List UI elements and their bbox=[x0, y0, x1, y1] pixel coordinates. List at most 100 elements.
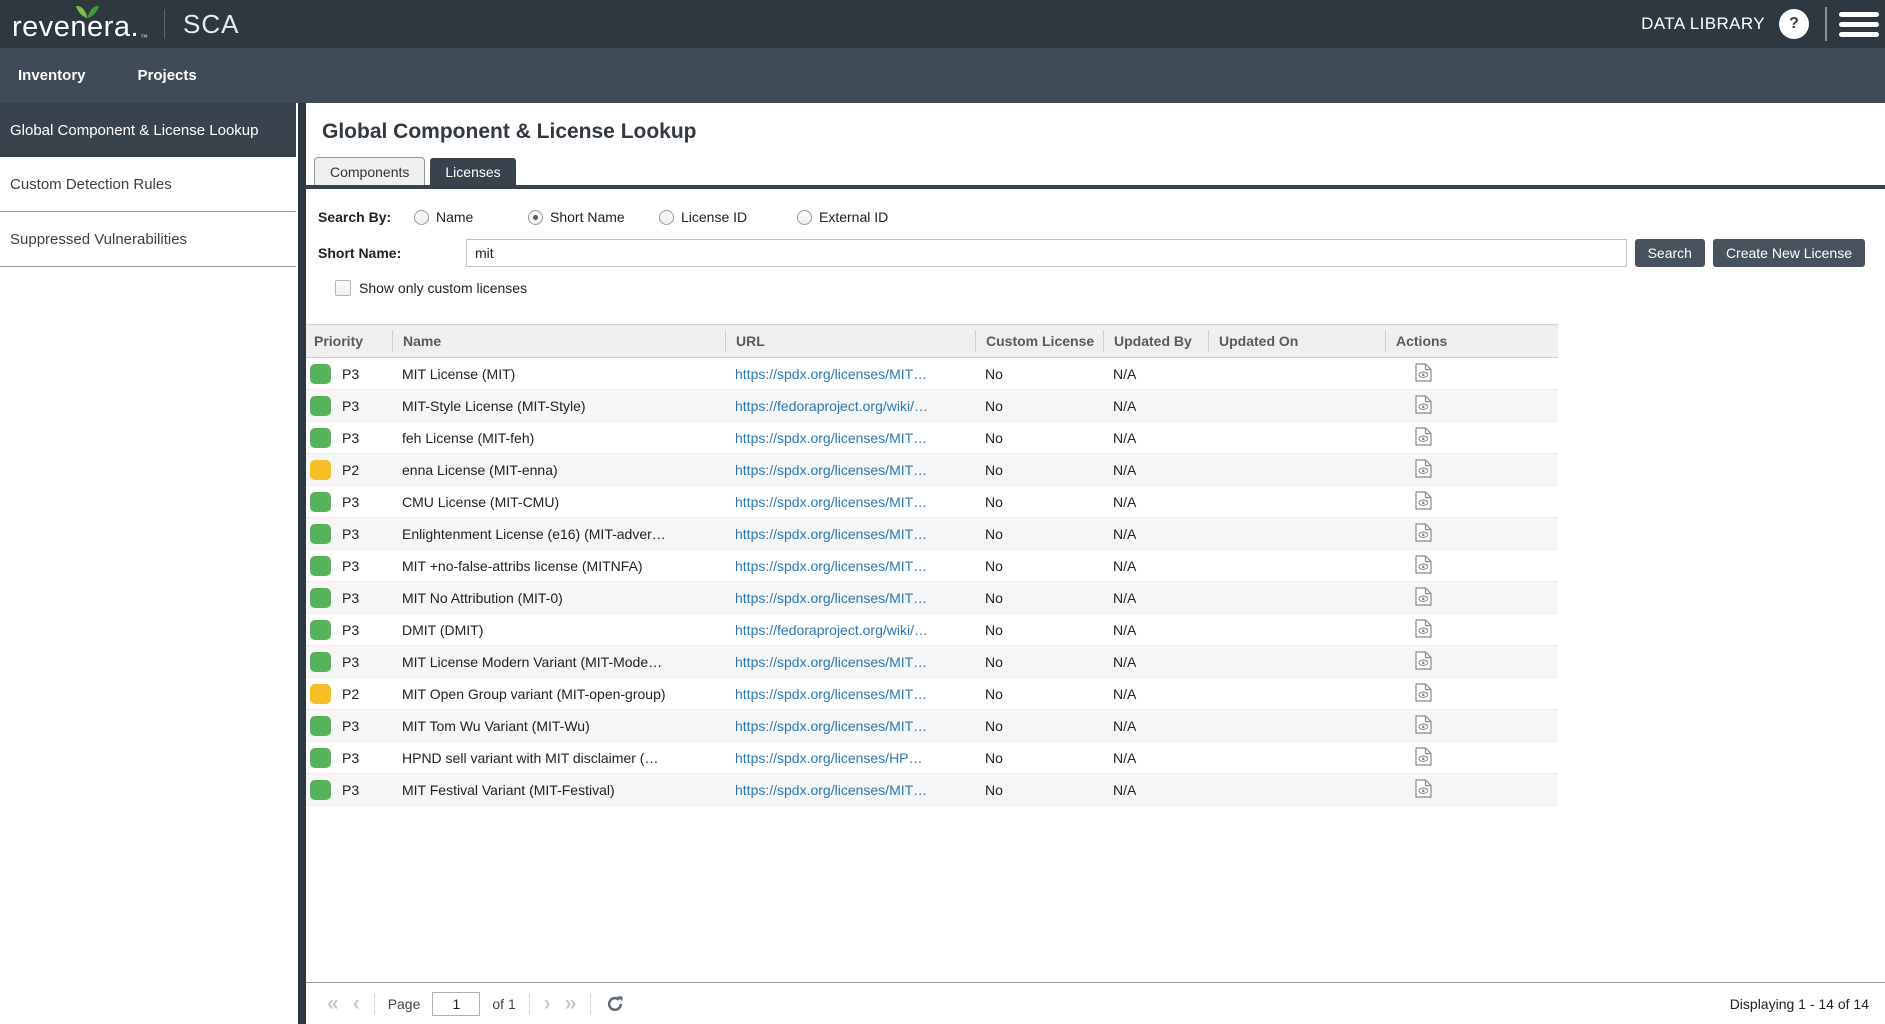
url-cell: https://spdx.org/licenses/MIT… bbox=[725, 782, 975, 798]
actions-cell bbox=[1385, 395, 1558, 417]
view-license-icon[interactable] bbox=[1415, 459, 1432, 478]
priority-label: P3 bbox=[342, 654, 359, 670]
license-url-link[interactable]: https://spdx.org/licenses/MIT… bbox=[735, 430, 927, 446]
column-header-updated-on[interactable]: Updated On bbox=[1208, 330, 1385, 352]
radio-option-external-id[interactable]: External ID bbox=[797, 209, 927, 225]
displaying-count: Displaying 1 - 14 of 14 bbox=[1730, 996, 1869, 1012]
view-license-icon[interactable] bbox=[1415, 779, 1432, 798]
view-license-icon[interactable] bbox=[1415, 491, 1432, 510]
license-url-link[interactable]: https://spdx.org/licenses/MIT… bbox=[735, 526, 927, 542]
page-number-input[interactable] bbox=[432, 992, 480, 1016]
sidebar-item-global-lookup[interactable]: Global Component & License Lookup bbox=[0, 103, 296, 157]
main-row: Global Component & License Lookup Custom… bbox=[0, 103, 1885, 1024]
priority-label: P3 bbox=[342, 494, 359, 510]
license-url-link[interactable]: https://spdx.org/licenses/MIT… bbox=[735, 366, 927, 382]
license-name-cell: MIT License Modern Variant (MIT-Mode… bbox=[392, 654, 725, 670]
next-page-icon[interactable]: › bbox=[544, 994, 551, 1014]
license-name-cell: MIT Open Group variant (MIT-open-group) bbox=[392, 686, 725, 702]
url-cell: https://spdx.org/licenses/MIT… bbox=[725, 366, 975, 382]
previous-page-icon[interactable]: ‹ bbox=[353, 994, 360, 1014]
create-new-license-button[interactable]: Create New License bbox=[1713, 239, 1865, 267]
radio-option-name[interactable]: Name bbox=[414, 209, 528, 225]
search-button[interactable]: Search bbox=[1635, 239, 1705, 267]
radio-unselected-icon[interactable] bbox=[659, 210, 674, 225]
column-header-url[interactable]: URL bbox=[725, 330, 975, 352]
topbar-divider bbox=[164, 9, 165, 39]
nav-item-inventory[interactable]: Inventory bbox=[18, 67, 86, 84]
column-header-name[interactable]: Name bbox=[392, 330, 725, 352]
license-url-link[interactable]: https://spdx.org/licenses/MIT… bbox=[735, 558, 927, 574]
top-bar: revenera. ™ SCA DATA LIBRARY ? bbox=[0, 0, 1885, 48]
license-name-cell: MIT Festival Variant (MIT-Festival) bbox=[392, 782, 725, 798]
view-license-icon[interactable] bbox=[1415, 587, 1432, 606]
table-row: P3MIT Tom Wu Variant (MIT-Wu)https://spd… bbox=[306, 710, 1558, 742]
license-name-cell: HPND sell variant with MIT disclaimer (… bbox=[392, 750, 725, 766]
column-header-priority[interactable]: Priority bbox=[306, 330, 392, 352]
logo-trademark: ™ bbox=[140, 32, 148, 44]
radio-option-short-name[interactable]: Short Name bbox=[528, 209, 659, 225]
license-url-link[interactable]: https://spdx.org/licenses/MIT… bbox=[735, 590, 927, 606]
data-library-link[interactable]: DATA LIBRARY bbox=[1641, 14, 1765, 34]
view-license-icon[interactable] bbox=[1415, 747, 1432, 766]
license-name-cell: Enlightenment License (e16) (MIT-adver… bbox=[392, 526, 725, 542]
license-url-link[interactable]: https://spdx.org/licenses/MIT… bbox=[735, 782, 927, 798]
actions-cell bbox=[1385, 427, 1558, 449]
priority-cell: P3 bbox=[306, 620, 392, 640]
license-url-link[interactable]: https://spdx.org/licenses/MIT… bbox=[735, 718, 927, 734]
radio-selected-icon[interactable] bbox=[528, 210, 543, 225]
radio-unselected-icon[interactable] bbox=[414, 210, 429, 225]
table-row: P3MIT No Attribution (MIT-0)https://spdx… bbox=[306, 582, 1558, 614]
license-url-link[interactable]: https://spdx.org/licenses/MIT… bbox=[735, 686, 927, 702]
tab-components[interactable]: Components bbox=[314, 157, 425, 185]
view-license-icon[interactable] bbox=[1415, 619, 1432, 638]
radio-unselected-icon[interactable] bbox=[797, 210, 812, 225]
radio-option-label: External ID bbox=[819, 209, 888, 225]
priority-indicator bbox=[310, 716, 331, 736]
license-url-link[interactable]: https://fedoraproject.org/wiki/… bbox=[735, 398, 928, 414]
view-license-icon[interactable] bbox=[1415, 363, 1432, 382]
column-header-updated-by[interactable]: Updated By bbox=[1103, 330, 1208, 352]
sidebar: Global Component & License Lookup Custom… bbox=[0, 103, 296, 1024]
column-header-actions[interactable]: Actions bbox=[1385, 330, 1558, 352]
first-page-icon[interactable]: « bbox=[327, 994, 339, 1014]
custom-license-cell: No bbox=[975, 494, 1103, 510]
radio-option-license-id[interactable]: License ID bbox=[659, 209, 797, 225]
question-mark-icon: ? bbox=[1789, 15, 1799, 33]
actions-cell bbox=[1385, 491, 1558, 513]
priority-label: P3 bbox=[342, 622, 359, 638]
license-url-link[interactable]: https://spdx.org/licenses/MIT… bbox=[735, 494, 927, 510]
nav-item-projects[interactable]: Projects bbox=[138, 67, 197, 84]
sidebar-item-custom-detection-rules[interactable]: Custom Detection Rules bbox=[0, 157, 296, 212]
pagination-divider bbox=[529, 994, 530, 1014]
license-url-link[interactable]: https://spdx.org/licenses/MIT… bbox=[735, 654, 927, 670]
license-url-link[interactable]: https://fedoraproject.org/wiki/… bbox=[735, 622, 928, 638]
url-cell: https://spdx.org/licenses/MIT… bbox=[725, 526, 975, 542]
view-license-icon[interactable] bbox=[1415, 523, 1432, 542]
help-button[interactable]: ? bbox=[1779, 9, 1809, 39]
view-license-icon[interactable] bbox=[1415, 555, 1432, 574]
license-table-body: P3MIT License (MIT)https://spdx.org/lice… bbox=[306, 358, 1558, 806]
refresh-icon[interactable] bbox=[606, 995, 624, 1013]
priority-indicator bbox=[310, 556, 331, 576]
url-cell: https://spdx.org/licenses/MIT… bbox=[725, 430, 975, 446]
priority-indicator bbox=[310, 396, 331, 416]
table-row: P3DMIT (DMIT)https://fedoraproject.org/w… bbox=[306, 614, 1558, 646]
priority-indicator bbox=[310, 364, 331, 384]
show-custom-licenses-checkbox[interactable] bbox=[335, 280, 351, 296]
short-name-input[interactable] bbox=[466, 239, 1627, 267]
view-license-icon[interactable] bbox=[1415, 395, 1432, 414]
license-url-link[interactable]: https://spdx.org/licenses/MIT… bbox=[735, 462, 927, 478]
priority-cell: P3 bbox=[306, 652, 392, 672]
revenera-leaf-icon bbox=[76, 5, 99, 23]
last-page-icon[interactable]: » bbox=[565, 994, 577, 1014]
tab-licenses[interactable]: Licenses bbox=[430, 158, 515, 185]
view-license-icon[interactable] bbox=[1415, 427, 1432, 446]
view-license-icon[interactable] bbox=[1415, 651, 1432, 670]
sidebar-item-suppressed-vulnerabilities[interactable]: Suppressed Vulnerabilities bbox=[0, 212, 296, 267]
view-license-icon[interactable] bbox=[1415, 683, 1432, 702]
column-header-custom-license[interactable]: Custom License bbox=[975, 330, 1103, 352]
view-license-icon[interactable] bbox=[1415, 715, 1432, 734]
license-url-link[interactable]: https://spdx.org/licenses/HP… bbox=[735, 750, 923, 766]
hamburger-menu-icon[interactable] bbox=[1839, 12, 1879, 37]
updated-by-cell: N/A bbox=[1103, 526, 1208, 542]
